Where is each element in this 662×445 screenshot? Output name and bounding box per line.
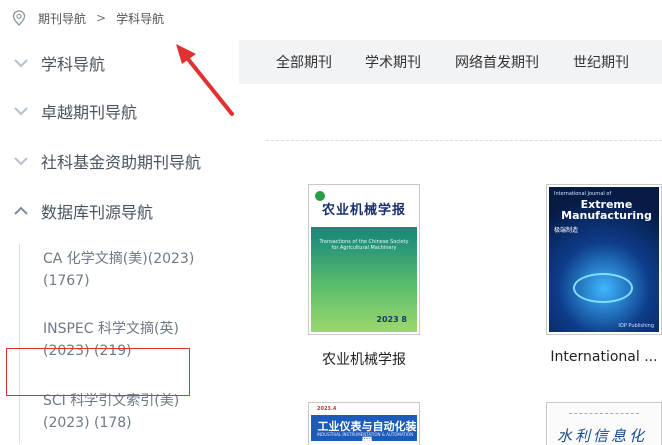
journal-cover[interactable]: 2023.4 工业仪表与自动化装置 INDUSTRIAL INSTRUMENTA… xyxy=(308,402,420,445)
divider xyxy=(266,140,662,141)
cover-graphic xyxy=(573,273,633,303)
tab-online-first[interactable]: 网络首发期刊 xyxy=(455,52,539,72)
sidebar-item-label: 社科基金资助期刊导航 xyxy=(41,153,202,172)
journal-card[interactable]: International Journal of Extreme Manufac… xyxy=(546,184,662,365)
tab-century-journals[interactable]: 世纪期刊 xyxy=(573,52,629,72)
chevron-down-icon xyxy=(14,157,28,166)
sidebar-item-label: 卓越期刊导航 xyxy=(41,103,138,122)
journal-title[interactable]: 农业机械学报 xyxy=(308,349,420,369)
breadcrumb-item-journal-nav[interactable]: 期刊导航 xyxy=(38,10,86,27)
sub-item-ca[interactable]: CA 化学文摘(美)(2023) (1767) xyxy=(20,244,210,296)
journal-card[interactable]: 2023.4 工业仪表与自动化装置 INDUSTRIAL INSTRUMENTA… xyxy=(308,402,420,445)
sidebar-item-social-science-fund[interactable]: 社科基金资助期刊导航 xyxy=(0,136,238,186)
tab-academic-journals[interactable]: 学术期刊 xyxy=(365,52,421,72)
breadcrumb: 期刊导航 > 学科导航 xyxy=(12,8,164,28)
journal-card[interactable]: 农业机械学报 Transactions of the Chinese Socie… xyxy=(308,184,420,369)
journal-title[interactable]: International ... xyxy=(546,349,662,365)
tab-all-journals[interactable]: 全部期刊 xyxy=(276,52,332,72)
journal-cover[interactable]: 水利信息化 xyxy=(546,402,662,445)
sidebar-item-excellent-journals[interactable]: 卓越期刊导航 xyxy=(0,86,238,136)
sidebar-item-database-sources[interactable]: 数据库刊源导航 xyxy=(0,186,238,236)
journal-type-tabs: 全部期刊 学术期刊 网络首发期刊 世纪期刊 xyxy=(239,40,662,84)
sidebar-item-subject-nav[interactable]: 学科导航 xyxy=(0,40,238,86)
breadcrumb-separator: > xyxy=(96,11,107,25)
annotation-highlight-box xyxy=(6,348,190,396)
chevron-down-icon xyxy=(14,107,28,116)
journal-cover[interactable]: International Journal of Extreme Manufac… xyxy=(546,184,662,335)
location-pin-icon xyxy=(12,10,26,26)
journal-cover[interactable]: 农业机械学报 Transactions of the Chinese Socie… xyxy=(308,184,420,335)
sidebar-item-label: 学科导航 xyxy=(41,55,106,74)
journal-card[interactable]: 水利信息化 xyxy=(546,402,662,445)
chevron-up-icon xyxy=(14,206,28,215)
database-source-list: CA 化学文摘(美)(2023) (1767) INSPEC 科学文摘(英) (… xyxy=(19,244,238,444)
chevron-down-icon xyxy=(14,59,28,68)
sidebar-item-label: 数据库刊源导航 xyxy=(41,203,154,222)
breadcrumb-item-subject-nav[interactable]: 学科导航 xyxy=(116,10,164,27)
